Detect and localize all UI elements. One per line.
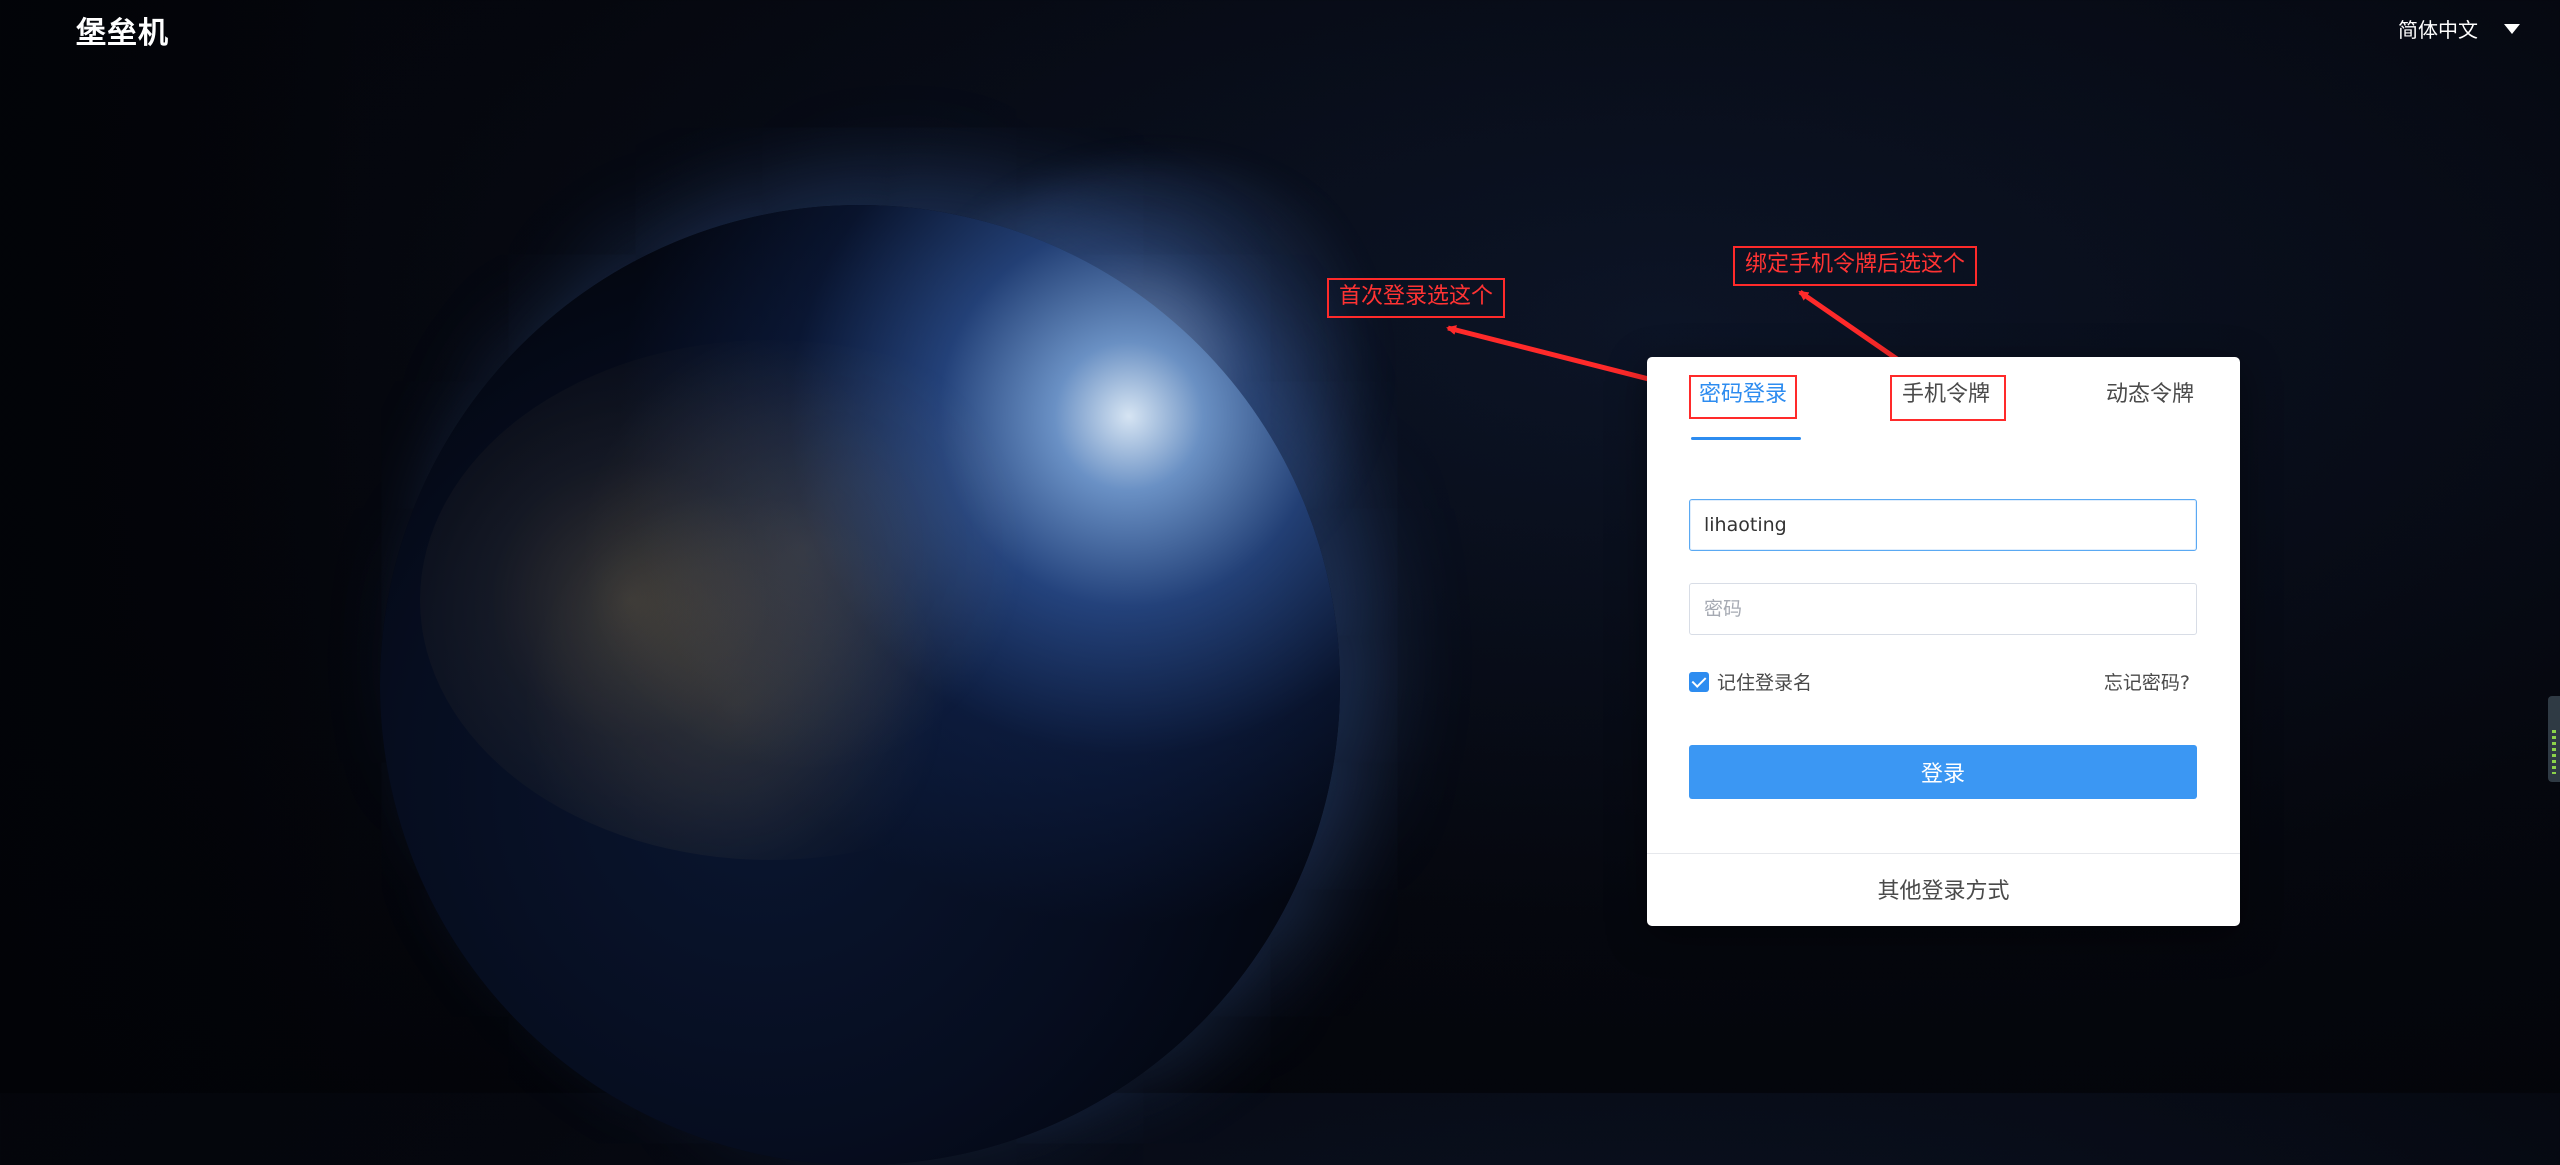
language-selector[interactable]: 简体中文 — [2398, 14, 2520, 43]
divider — [1647, 853, 2240, 854]
annotation-after-bind: 绑定手机令牌后选这个 — [1733, 246, 1978, 286]
background-shade — [0, 0, 370, 1093]
remember-login-checkbox[interactable]: 记住登录名 — [1689, 668, 1812, 695]
logo: 堡垒机 — [76, 17, 169, 50]
forgot-password-link[interactable]: 忘记密码? — [2104, 668, 2190, 695]
annotation-box-password-tab — [1689, 375, 1797, 419]
checkbox-checked-icon[interactable] — [1689, 671, 1709, 692]
annotation-box-phone-token-tab — [1890, 375, 2006, 421]
annotation-first-login: 首次登录选这个 — [1327, 278, 1506, 318]
side-handle[interactable] — [2548, 696, 2560, 782]
login-button[interactable]: 登录 — [1689, 745, 2197, 799]
username-input[interactable] — [1689, 499, 2197, 551]
active-tab-indicator — [1691, 437, 1801, 440]
login-tabs: 密码登录 手机令牌 动态令牌 — [1647, 357, 2240, 447]
earth-city-lights — [420, 340, 1120, 860]
language-label: 简体中文 — [2398, 18, 2478, 42]
other-login-methods-link[interactable]: 其他登录方式 — [1647, 873, 2240, 905]
password-input[interactable] — [1689, 583, 2197, 635]
remember-label: 记住登录名 — [1717, 672, 1813, 694]
chevron-down-icon — [2504, 23, 2520, 34]
tab-dynamic-token[interactable]: 动态令牌 — [2094, 375, 2206, 415]
login-card: 密码登录 手机令牌 动态令牌 记住登录名 忘记密码? 登录 其他登录方式 — [1647, 357, 2240, 926]
